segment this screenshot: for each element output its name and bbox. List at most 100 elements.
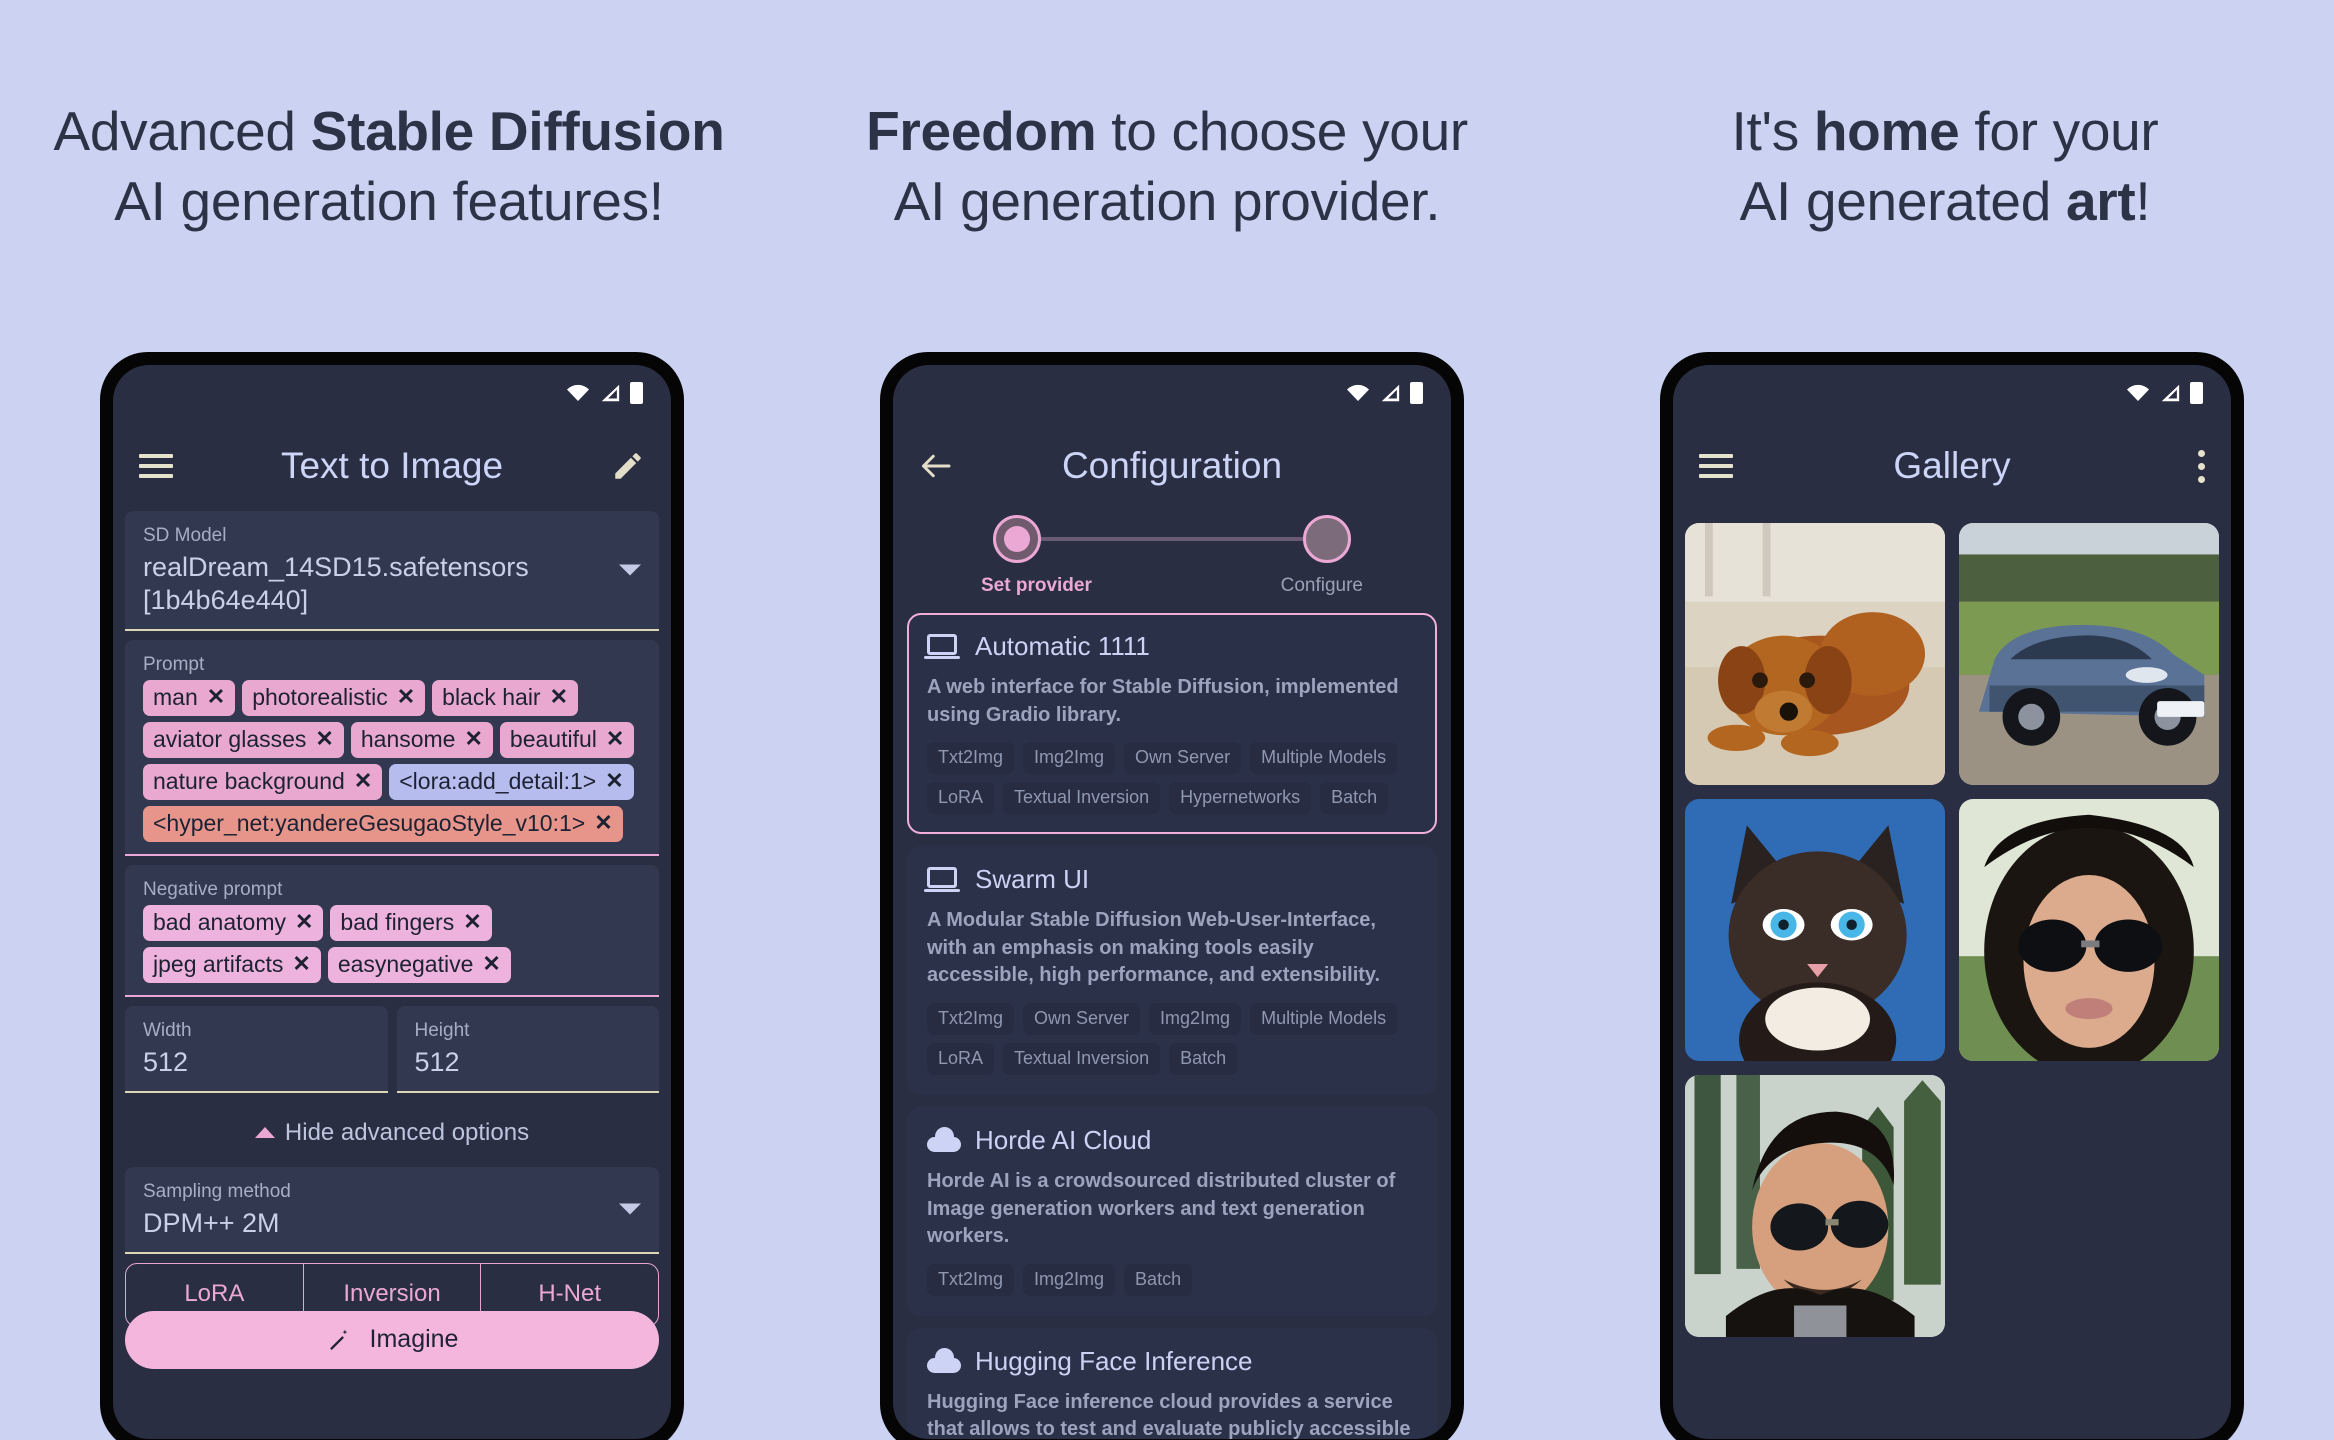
chevron-down-icon[interactable] <box>619 1203 641 1215</box>
headline-2-plain1: to choose your <box>1096 100 1468 162</box>
chip-label: hansome <box>360 725 456 752</box>
phone3-status-bar <box>1673 365 2231 421</box>
prompt-chip[interactable]: <hyper_net:yandereGesugaoStyle_v10:1> ✕ <box>143 805 623 842</box>
chip-label: photorealistic <box>252 683 388 710</box>
negative-prompt-field[interactable]: Negative prompt bad anatomy ✕ bad fingers ✕… <box>125 864 659 997</box>
laptop-icon <box>924 866 961 893</box>
width-label: Width <box>143 1019 192 1041</box>
negative-prompt-chip-list: bad anatomy ✕ bad fingers ✕ jpeg artifacts ✕ e… <box>143 904 641 983</box>
kebab-menu-icon[interactable] <box>2198 449 2205 483</box>
headline-3-plain1: It's <box>1731 100 1814 162</box>
provider-card-header: Hugging Face Inference <box>927 1346 1417 1377</box>
phone1-status-bar <box>113 365 671 421</box>
phone-mockup-text-to-image: Text to Image SD Model realDream_14SD15.… <box>100 352 684 1440</box>
provider-card-horde-ai-cloud[interactable]: Horde AI Cloud Horde AI is a crowdsourced… <box>907 1106 1437 1316</box>
pencil-icon[interactable] <box>611 449 645 483</box>
prompt-chip[interactable]: bad anatomy ✕ <box>143 904 324 941</box>
headline-3: It's home for your AI generated art! <box>1556 96 2334 237</box>
prompt-chip[interactable]: photorealistic ✕ <box>242 679 426 716</box>
hamburger-icon[interactable] <box>139 454 173 478</box>
prompt-chip[interactable]: black hair ✕ <box>432 679 579 716</box>
hide-advanced-options-toggle[interactable]: Hide advanced options <box>125 1093 659 1167</box>
provider-title: Hugging Face Inference <box>975 1345 1253 1376</box>
provider-tag: LoRA <box>927 782 995 815</box>
back-arrow-icon[interactable] <box>919 451 955 481</box>
close-icon[interactable]: ✕ <box>354 770 372 792</box>
page-title: Configuration <box>1061 445 1283 486</box>
prompt-chip[interactable]: beautiful ✕ <box>499 721 635 758</box>
prompt-chip[interactable]: bad fingers ✕ <box>330 904 492 941</box>
prompt-field[interactable]: Prompt man ✕ photorealistic ✕ black hair ✕ avi… <box>125 639 659 856</box>
chip-label: bad fingers <box>340 908 455 935</box>
sd-model-field[interactable]: SD Model realDream_14SD15.safetensors [1… <box>125 511 659 631</box>
battery-icon <box>2190 382 2203 404</box>
prompt-chip[interactable]: aviator glasses ✕ <box>143 721 344 758</box>
imagine-button[interactable]: Imagine <box>125 1310 659 1369</box>
close-icon[interactable]: ✕ <box>397 686 415 708</box>
close-icon[interactable]: ✕ <box>482 953 500 975</box>
prompt-chip[interactable]: <lora:add_detail:1> ✕ <box>389 763 634 800</box>
close-icon[interactable]: ✕ <box>463 911 481 933</box>
headline-1-bold1: Stable Diffusion <box>310 100 725 162</box>
cloud-icon <box>927 1127 961 1153</box>
prompt-chip[interactable]: man ✕ <box>143 679 236 716</box>
gallery-item-cat-photo[interactable] <box>1685 799 1945 1061</box>
close-icon[interactable]: ✕ <box>605 770 623 792</box>
height-value: 512 <box>414 1046 460 1077</box>
hamburger-icon[interactable] <box>1699 454 1733 478</box>
provider-card-header: Horde AI Cloud <box>927 1125 1417 1156</box>
sampling-method-label: Sampling method <box>143 1180 291 1202</box>
close-icon[interactable]: ✕ <box>606 728 624 750</box>
close-icon[interactable]: ✕ <box>550 686 568 708</box>
chevron-down-icon[interactable] <box>619 564 641 576</box>
gallery-item-man-photo[interactable] <box>1685 1075 1945 1337</box>
provider-tag: Img2Img <box>1023 1263 1116 1296</box>
gallery-item-car-photo[interactable] <box>1959 523 2219 785</box>
stepper-node-configure[interactable] <box>1303 515 1351 563</box>
prompt-chip[interactable]: jpeg artifacts ✕ <box>143 946 321 983</box>
phone1-app-bar: Text to Image <box>113 421 671 511</box>
height-field[interactable]: Height 512 <box>396 1005 659 1093</box>
chip-label: black hair <box>442 683 541 710</box>
width-field[interactable]: Width 512 <box>125 1005 388 1093</box>
prompt-chip[interactable]: easynegative ✕ <box>327 946 511 983</box>
chip-label: <hyper_net:yandereGesugaoStyle_v10:1> <box>153 809 586 836</box>
wifi-icon <box>2127 384 2149 401</box>
provider-card-automatic-1111[interactable]: Automatic 1111 A web interface for Stable… <box>907 613 1437 835</box>
phone-mockup-configuration: Configuration Set provider Configure Aut… <box>880 352 1464 1440</box>
headline-2-bold1: Freedom <box>866 100 1097 162</box>
chip-label: easynegative <box>337 950 474 977</box>
promo-stage: Advanced Stable Diffusion AI generation … <box>0 0 2334 1440</box>
man-photo-art <box>1685 1075 1945 1337</box>
provider-title: Horde AI Cloud <box>975 1124 1152 1155</box>
provider-tag: Multiple Models <box>1250 742 1398 775</box>
sd-model-label: SD Model <box>143 525 227 546</box>
headline-1-plain1: Advanced <box>53 100 311 162</box>
phone2-app-bar: Configuration <box>893 421 1451 511</box>
provider-card-header: Swarm UI <box>924 864 1417 895</box>
gallery-item-woman-photo[interactable] <box>1959 799 2219 1061</box>
page-title: Text to Image <box>280 445 504 486</box>
stepper-node-set-provider[interactable] <box>993 515 1041 563</box>
close-icon[interactable]: ✕ <box>594 812 612 834</box>
provider-card-swarm-ui[interactable]: Swarm UI A Modular Stable Diffusion Web-U… <box>907 846 1437 1095</box>
cat-photo-art <box>1685 799 1945 1061</box>
provider-card-hugging-face-inference[interactable]: Hugging Face Inference Hugging Face infer… <box>907 1327 1437 1439</box>
phone1-screen: Text to Image SD Model realDream_14SD15.… <box>113 365 671 1439</box>
prompt-chip[interactable]: hansome ✕ <box>350 721 493 758</box>
close-icon[interactable]: ✕ <box>464 728 482 750</box>
prompt-chip[interactable]: nature background ✕ <box>143 763 383 800</box>
close-icon[interactable]: ✕ <box>315 728 333 750</box>
provider-tag: Multiple Models <box>1250 1002 1398 1035</box>
chip-label: <lora:add_detail:1> <box>399 767 597 794</box>
signal-icon <box>2161 384 2180 402</box>
sampling-method-field[interactable]: Sampling method DPM++ 2M <box>125 1166 659 1254</box>
stepper-node-inner <box>1004 526 1030 552</box>
provider-description: Horde AI is a crowdsourced distributed c… <box>927 1169 1396 1248</box>
close-icon[interactable]: ✕ <box>292 953 310 975</box>
close-icon[interactable]: ✕ <box>207 686 225 708</box>
close-icon[interactable]: ✕ <box>295 911 313 933</box>
provider-tag: Textual Inversion <box>1003 782 1161 815</box>
stepper-labels: Set provider Configure <box>893 563 1451 597</box>
gallery-item-dog-photo[interactable] <box>1685 523 1945 785</box>
